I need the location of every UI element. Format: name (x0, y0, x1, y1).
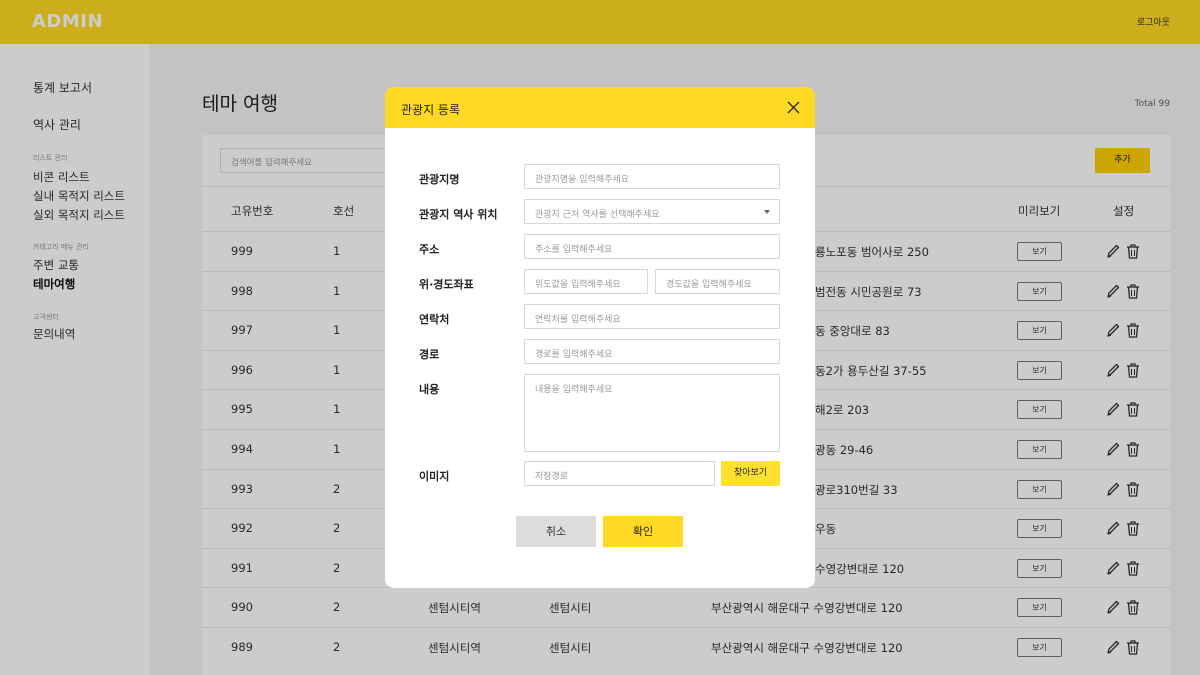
chevron-down-icon (764, 210, 770, 214)
field-label-route: 경로 (419, 348, 440, 361)
address-input[interactable]: 주소를 입력해주세요 (524, 234, 780, 259)
station-select[interactable]: 관광지 근처 역사를 선택해주세요 (524, 199, 780, 224)
latitude-input[interactable]: 위도값을 입력해주세요 (524, 269, 648, 294)
attraction-name-input[interactable]: 관광지명을 입력해주세요 (524, 164, 780, 189)
modal-title: 관광지 등록 (401, 103, 461, 117)
longitude-input[interactable]: 경도값을 입력해주세요 (655, 269, 780, 294)
route-input[interactable]: 경로를 입력해주세요 (524, 339, 780, 364)
field-label-contact: 연락처 (419, 313, 450, 326)
field-label-coords: 위·경도좌표 (419, 278, 474, 291)
browse-button[interactable]: 찾아보기 (721, 461, 780, 486)
image-path-input[interactable]: 저장경로 (524, 461, 715, 486)
field-label-address: 주소 (419, 243, 440, 256)
modal-header: 관광지 등록 (385, 87, 815, 128)
station-select-placeholder: 관광지 근처 역사를 선택해주세요 (535, 210, 660, 220)
close-icon[interactable] (786, 100, 801, 115)
field-label-content: 내용 (419, 383, 440, 396)
field-label-name: 관광지명 (419, 173, 460, 186)
field-label-image: 이미지 (419, 470, 450, 483)
contact-input[interactable]: 연락처를 입력해주세요 (524, 304, 780, 329)
confirm-button[interactable]: 확인 (603, 516, 683, 547)
cancel-button[interactable]: 취소 (516, 516, 596, 547)
field-label-station: 관광지 역사 위치 (419, 208, 498, 221)
register-attraction-modal: 관광지 등록 관광지명 관광지명을 입력해주세요 관광지 역사 위치 관광지 근… (385, 87, 815, 588)
content-textarea[interactable]: 내용을 입력해주세요 (524, 374, 780, 452)
